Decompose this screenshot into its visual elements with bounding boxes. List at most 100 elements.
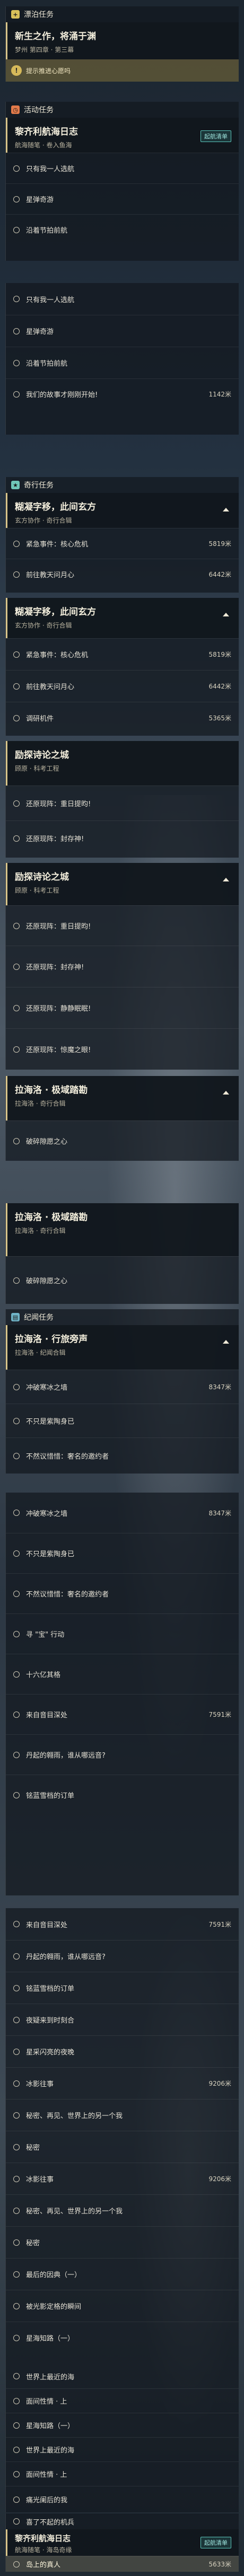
- quest-step-row[interactable]: 调研机件 5365米: [6, 702, 239, 734]
- quest-step-row[interactable]: 夜疑来到时刻合: [6, 2004, 239, 2035]
- quest-step-row[interactable]: 不只是紫陶身已: [6, 1533, 239, 1573]
- daily-quest-panel: + 漂泊任务 新生之作，将涌于渊 梦州 第四章 · 第三幕 ! 提示推进心愿吗: [5, 6, 239, 82]
- quest-step-row[interactable]: 破碎隙愿之心: [6, 1121, 239, 1161]
- quest-step-row[interactable]: 沿着节拍前航: [6, 347, 239, 378]
- quest-step-row[interactable]: 前往教天问月心 6442米: [6, 670, 239, 702]
- quest-step-row[interactable]: 秘密: [6, 2226, 239, 2258]
- step-label: 只有我一人选航: [26, 296, 75, 304]
- quest-step-row[interactable]: 星弹奇游: [6, 183, 239, 214]
- quest-step-row[interactable]: 不然议惜惜：奢名的邀约者: [6, 1437, 239, 1474]
- quest-card[interactable]: 黎齐利航海日志 航海随笔 · 海岛奇缘 起航清单: [6, 2529, 239, 2556]
- quest-step-row[interactable]: 还原现阵：封存神!: [6, 946, 239, 987]
- quest-step-row[interactable]: 喜了不起的机兵: [6, 2513, 239, 2529]
- quest-step-row[interactable]: 秘密: [6, 2131, 239, 2163]
- step-label: 前往教天问月心: [26, 571, 75, 579]
- step-label: 调研机件: [26, 715, 54, 723]
- quest-step-row[interactable]: 秘密、再见、世界上的另一个我: [6, 2194, 239, 2226]
- quest-step-row[interactable]: 冰影往事 9206米: [6, 2067, 239, 2099]
- quest-step-row[interactable]: 最后的因典（一）: [6, 2258, 239, 2290]
- quest-step-row-selected[interactable]: 岛上的真人 5633米: [6, 2556, 239, 2572]
- circle-icon: [13, 196, 20, 202]
- quest-step-row[interactable]: 紧急事件：核心危机 5819米: [6, 638, 239, 670]
- quest-card[interactable]: 励探诗论之城 顾原 · 科考工程: [6, 863, 239, 905]
- step-label: 丹起的翱雨，谁从哪远音?: [26, 1752, 106, 1760]
- quest-step-row[interactable]: 我们的故事才刚刚开始! 1142米: [6, 378, 239, 409]
- collapse-caret-icon[interactable]: [223, 508, 229, 511]
- quest-step-row[interactable]: 只有我一人选航: [6, 283, 239, 315]
- quest-step-row[interactable]: 面间性情 · 上: [6, 2462, 239, 2486]
- quest-step-row[interactable]: 丹起的翱雨，谁从哪远音?: [6, 1734, 239, 1775]
- quest-title: 励探诗论之城: [15, 750, 69, 761]
- quest-step-row[interactable]: 还原现阵：静静眠眠!: [6, 987, 239, 1028]
- circle-icon: [13, 1751, 20, 1758]
- quest-step-row[interactable]: 来自音目深处 7591米: [6, 1694, 239, 1734]
- distance-label: 1142米: [208, 391, 231, 398]
- quest-step-row[interactable]: 秘密、再见、世界上的另一个我: [6, 2099, 239, 2131]
- circle-icon: [13, 2175, 20, 2182]
- distance-label: 8347米: [208, 1383, 231, 1391]
- collapse-caret-icon[interactable]: [223, 613, 229, 616]
- quest-title: 励探诗论之城: [15, 872, 69, 883]
- quest-step-row[interactable]: 只有我一人选航: [6, 153, 239, 183]
- clock-icon: ◷: [11, 105, 20, 114]
- quest-step-row[interactable]: 世界上最近的海: [6, 2364, 239, 2388]
- collapse-caret-icon[interactable]: [223, 1091, 229, 1095]
- quest-step-row[interactable]: 来自音目深处 7591米: [6, 1908, 239, 1940]
- quest-card[interactable]: 拉海洛 · 行旅旁声 拉海洛 · 纪闻合辑: [6, 1325, 239, 1370]
- quest-step-row[interactable]: 紧急事件：核心危机 5819米: [6, 528, 239, 559]
- quest-step-row[interactable]: 星海知路（一）: [6, 2322, 239, 2353]
- quest-step-row[interactable]: 寻 "宝" 行动: [6, 1613, 239, 1654]
- distance-label: 5819米: [208, 651, 231, 658]
- distance-label: 5365米: [208, 714, 231, 722]
- quest-step-row[interactable]: 还原现阵：重日提昀!: [6, 786, 239, 821]
- quest-step-row[interactable]: 还原现阵：封存神!: [6, 821, 239, 855]
- quest-step-row[interactable]: 世界上最近的海: [6, 2437, 239, 2462]
- quest-step-row[interactable]: 丹起的翱雨，谁从哪远音?: [6, 1940, 239, 1972]
- quest-step-row[interactable]: 冲破寒冰之墙 8347米: [6, 1370, 239, 1404]
- quest-step-row[interactable]: 还原现阵：重日提昀!: [6, 905, 239, 946]
- collapse-caret-icon[interactable]: [223, 1340, 229, 1344]
- quest-step-row[interactable]: 面间性情 · 上: [6, 2388, 239, 2413]
- section-header-adventure[interactable]: ★ 奇行任务: [6, 477, 239, 493]
- step-label: 沿着节拍前航: [26, 360, 68, 368]
- section-header-daily[interactable]: + 漂泊任务: [6, 6, 239, 22]
- quest-card[interactable]: 糊凝字移，此间玄方 玄方协作 · 奇行合辑: [6, 493, 239, 528]
- quest-step-row[interactable]: 十六亿其格: [6, 1654, 239, 1694]
- quest-panel-city-2: 励探诗论之城 顾原 · 科考工程 还原现阵：重日提昀! 还原现阵：封存神! 还原…: [5, 863, 239, 1070]
- quest-card[interactable]: 拉海洛 · 极域踏勘 拉海洛 · 奇行合辑: [6, 1076, 239, 1121]
- step-label: 不只是紫陶身已: [26, 1550, 75, 1558]
- circle-icon: [13, 714, 20, 721]
- step-label: 寻 "宝" 行动: [26, 1631, 65, 1639]
- section-header-event[interactable]: ◷ 活动任务: [6, 102, 239, 118]
- step-label: 冰影往事: [26, 2176, 54, 2184]
- section-header-codex[interactable]: ▤ 纪闻任务: [6, 1309, 239, 1325]
- quest-step-row[interactable]: 破碎隙愿之心: [6, 1256, 239, 1304]
- quest-step-row[interactable]: 星海知路（一）: [6, 2413, 239, 2437]
- quest-step-row[interactable]: 不只是紫陶身已: [6, 1404, 239, 1437]
- hint-bar[interactable]: ! 提示推进心愿吗: [6, 59, 239, 82]
- step-label: 破碎隙愿之心: [26, 1277, 68, 1285]
- quest-step-row[interactable]: 前往教天问月心 6442米: [6, 559, 239, 589]
- quest-step-row[interactable]: 沿着节拍前航: [6, 214, 239, 245]
- quest-step-row[interactable]: 星采闪亮的夜晚: [6, 2035, 239, 2067]
- step-label: 只有我一人选航: [26, 165, 75, 173]
- quest-step-row[interactable]: 不然议惜惜：奢名的邀约者: [6, 1573, 239, 1613]
- quest-card[interactable]: 励探诗论之城 顾原 · 科考工程: [6, 741, 239, 786]
- section-label: 活动任务: [24, 106, 54, 114]
- quest-step-row[interactable]: 还原现阵：惊魔之眼!: [6, 1028, 239, 1070]
- quest-card[interactable]: 拉海洛 · 极域踏勘 拉海洛 · 奇行合辑: [6, 1203, 239, 1256]
- quest-step-row[interactable]: 冰影往事 9206米: [6, 2163, 239, 2194]
- quest-step-row[interactable]: 被光影定格的瞬间: [6, 2290, 239, 2322]
- circle-icon: [13, 1953, 20, 1960]
- section-label: 漂泊任务: [24, 11, 54, 19]
- quest-step-row[interactable]: 星弹奇游: [6, 315, 239, 347]
- collapse-caret-icon[interactable]: [223, 878, 229, 881]
- quest-step-row[interactable]: 铭蓝雪档的订单: [6, 1972, 239, 2004]
- quest-card[interactable]: 糊凝字移，此间玄方 玄方协作 · 奇行合辑: [6, 598, 239, 638]
- quest-step-row[interactable]: 冲破寒冰之墙 8347米: [6, 1493, 239, 1533]
- quest-card[interactable]: 新生之作，将涌于渊 梦州 第四章 · 第三幕: [6, 22, 239, 59]
- quest-card[interactable]: 黎齐利航海日志 航海随笔 · 卷入鱼海 起航清单: [6, 118, 239, 153]
- step-label: 冲破寒冰之墙: [26, 1384, 68, 1392]
- quest-step-row[interactable]: 痛光阑后的我: [6, 2486, 239, 2512]
- quest-step-row[interactable]: 铭蓝雪档的订单: [6, 1775, 239, 1815]
